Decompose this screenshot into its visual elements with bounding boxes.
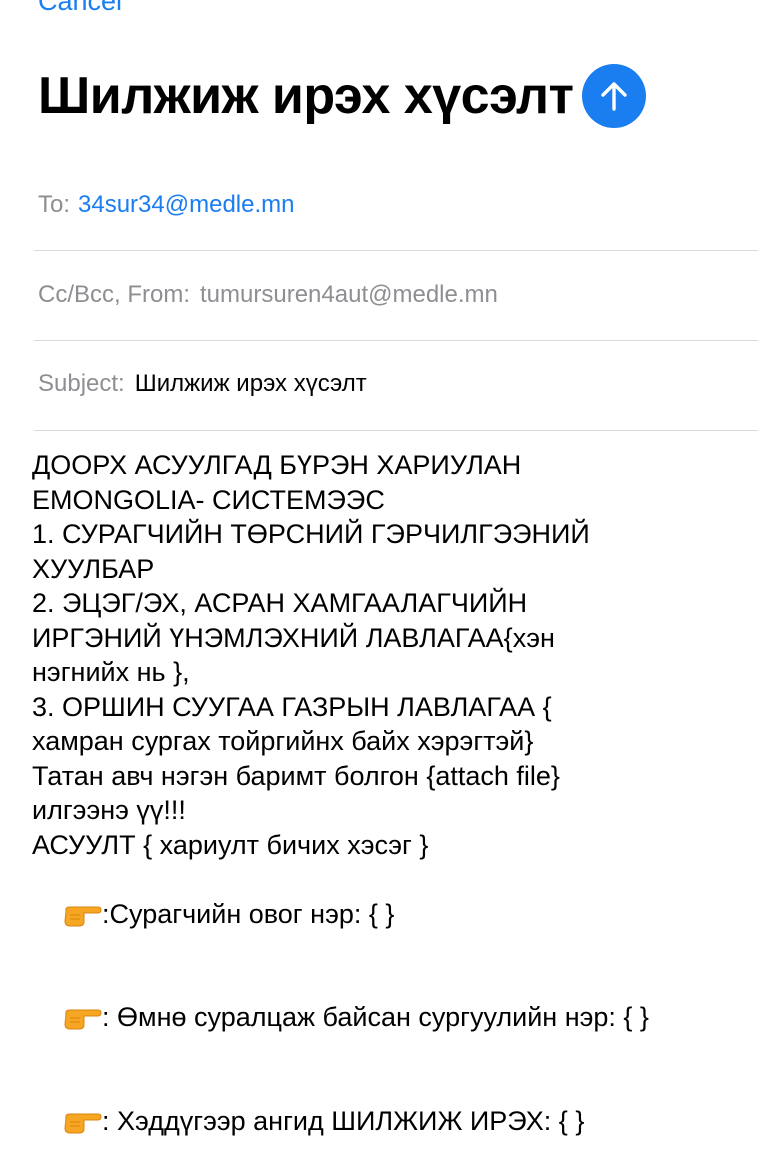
from-address[interactable]: tumursuren4aut@medle.mn [200, 281, 498, 308]
body-line: 2. ЭЦЭГ/ЭХ, АСРАН ХАМГААЛАГЧИЙН [32, 588, 528, 618]
question-text: : Хэддүгээр ангид ШИЛЖИЖ ИРЭХ: { } [102, 1105, 585, 1136]
body-line: илгээнэ үү!!! [32, 795, 186, 825]
arrow-up-icon [600, 82, 627, 111]
cc-bcc-from-field[interactable]: Cc/Bcc, From: tumursuren4aut@medle.mn [38, 280, 758, 310]
pointing-hand-icon [64, 1009, 102, 1030]
subject-field[interactable]: Subject: Шилжиж ирэх хүсэлт [38, 369, 758, 399]
cc-bcc-from-label: Cc/Bcc, From: [38, 281, 191, 308]
body-line: ДООРХ АСУУЛГАД БҮРЭН ХАРИУЛАН [32, 450, 522, 480]
body-line: EMONGOLIA- СИСТЕМЭЭС [32, 484, 385, 515]
body-line: 1. СУРАГЧИЙН ТӨРСНИЙ ГЭРЧИЛГЭЭНИЙ [32, 519, 590, 549]
to-recipient[interactable]: 34sur34@medle.mn [78, 191, 294, 218]
question-text: :Сурагчийн овог нэр: { } [102, 898, 395, 929]
pointing-hand-icon [64, 906, 102, 926]
divider [34, 250, 758, 251]
subject-label: Subject: [38, 370, 125, 397]
body-line: АСУУЛТ { хариулт бичих хэсэг } [32, 829, 429, 860]
pointing-hand-icon [64, 1113, 102, 1133]
page-title: Шилжиж ирэх хүсэлт [38, 67, 574, 125]
subject-input[interactable]: Шилжиж ирэх хүсэлт [135, 370, 367, 397]
question-text: : Өмнө суралцаж байсан сургуулийн нэр: {… [102, 1002, 649, 1032]
body-line: ИРГЭНИЙ ҮНЭМЛЭХНИЙ ЛАВЛАГАА{хэн [32, 622, 555, 653]
body-line: хамран сургах тойргийнх байх хэрэгтэй} [32, 726, 534, 756]
body-line: 3. ОРШИН СУУГАА ГАЗРЫН ЛАВЛАГАА { [32, 691, 552, 722]
message-body[interactable]: ДООРХ АСУУЛГАД БҮРЭН ХАРИУЛАН EMONGOLIA-… [32, 448, 747, 1173]
question-line: :Сурагчийн овог нэр: { } [32, 862, 747, 966]
divider [34, 340, 758, 341]
cancel-button[interactable]: Cancel [38, 0, 122, 16]
question-line: : Хэддүгээр ангид ШИЛЖИЖ ИРЭХ: { } [32, 1069, 747, 1173]
compose-header: Шилжиж ирэх хүсэлт [38, 62, 646, 130]
to-label: To: [38, 191, 71, 218]
body-line: Татан авч нэгэн баримт болгон {attach fi… [32, 760, 560, 791]
send-button[interactable] [581, 64, 646, 128]
divider [34, 430, 758, 431]
to-field[interactable]: To: 34sur34@medle.mn [38, 190, 758, 220]
question-line: : Өмнө суралцаж байсан сургуулийн нэр: {… [32, 966, 747, 1070]
body-line: нэгнийх нь }, [32, 657, 190, 687]
body-line: ХУУЛБАР [32, 553, 155, 584]
